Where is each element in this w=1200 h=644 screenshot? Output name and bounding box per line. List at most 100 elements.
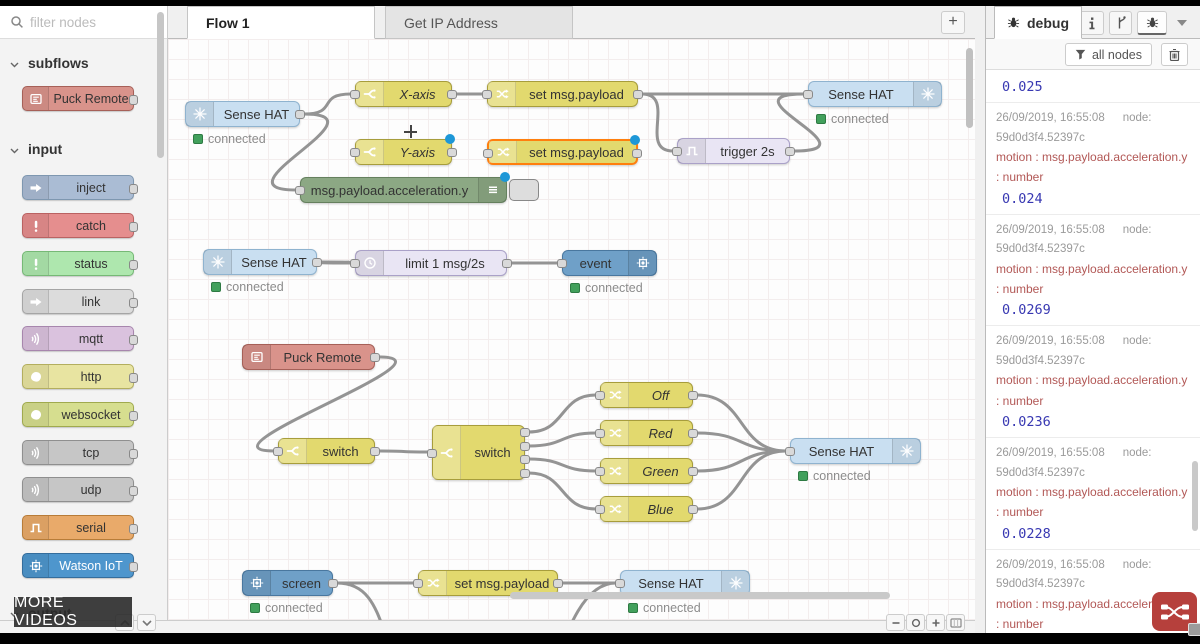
- flow-canvas[interactable]: Sense HATconnectedX-axisset msg.payloadS…: [168, 39, 975, 620]
- port-out[interactable]: [633, 90, 643, 99]
- port-out[interactable]: [129, 260, 138, 270]
- port-out[interactable]: [502, 259, 512, 268]
- flow-node-off[interactable]: Off: [600, 382, 693, 408]
- flow-node-switch-1[interactable]: switch: [278, 438, 375, 464]
- flow-node-x-axis[interactable]: X-axis: [355, 81, 452, 107]
- message-value[interactable]: 0.0228: [996, 526, 1190, 542]
- palette-node-puck-remote[interactable]: Puck Remote: [22, 86, 134, 111]
- flow-node-set-msg-payload-2[interactable]: set msg.payload: [487, 139, 638, 165]
- wire[interactable]: [321, 262, 351, 263]
- port-out[interactable]: [370, 447, 380, 456]
- port-in[interactable]: [350, 148, 360, 157]
- port-out[interactable]: [129, 373, 138, 383]
- port-out[interactable]: [129, 335, 138, 345]
- palette-scrollbar[interactable]: [157, 12, 164, 158]
- tab-info[interactable]: [1079, 11, 1104, 35]
- palette-node-status[interactable]: status: [22, 251, 134, 276]
- more-videos-overlay[interactable]: MORE VIDEOS: [14, 597, 132, 627]
- port-out[interactable]: [632, 149, 642, 158]
- port-out[interactable]: [688, 391, 698, 400]
- port-out[interactable]: [520, 428, 530, 437]
- palette-node-link[interactable]: link: [22, 289, 134, 314]
- debug-message[interactable]: 26/09/2019, 16:55:08node:59d0d3f4.52397c…: [986, 326, 1200, 438]
- port-in[interactable]: [483, 149, 493, 158]
- palette-node-udp[interactable]: udp: [22, 477, 134, 502]
- port-in[interactable]: [273, 447, 283, 456]
- flow-node-screen[interactable]: screen: [242, 570, 333, 596]
- flow-node-limit-1-msg-2s[interactable]: limit 1 msg/2s: [355, 250, 507, 276]
- port-in[interactable]: [803, 90, 813, 99]
- palette-node-watson-iot[interactable]: Watson IoT: [22, 553, 134, 578]
- tab-debug[interactable]: debug: [994, 6, 1082, 39]
- port-in[interactable]: [295, 186, 305, 195]
- message-value[interactable]: 0.025: [996, 79, 1190, 95]
- flow-tab-get-ip-address[interactable]: Get IP Address: [385, 6, 573, 39]
- port-in[interactable]: [615, 579, 625, 588]
- debug-clear-button[interactable]: [1161, 43, 1188, 66]
- debug-message[interactable]: 0.025: [986, 70, 1200, 103]
- flow-node-red[interactable]: Red: [600, 420, 693, 446]
- port-out[interactable]: [447, 148, 457, 157]
- port-in[interactable]: [595, 467, 605, 476]
- node-red-logo-watermark[interactable]: [1152, 592, 1197, 631]
- port-out[interactable]: [785, 147, 795, 156]
- flow-node-sense-hat-1[interactable]: Sense HAT: [185, 101, 300, 127]
- palette-section-input[interactable]: input: [10, 141, 62, 157]
- port-out[interactable]: [129, 562, 138, 572]
- search-input[interactable]: [30, 10, 155, 34]
- flow-node-blue[interactable]: Blue: [600, 496, 693, 522]
- tab-config-nodes[interactable]: [1109, 11, 1132, 35]
- port-out[interactable]: [688, 429, 698, 438]
- debug-filter-button[interactable]: all nodes: [1065, 43, 1152, 66]
- port-in[interactable]: [595, 391, 605, 400]
- port-out[interactable]: [520, 455, 530, 464]
- port-in[interactable]: [350, 90, 360, 99]
- port-out[interactable]: [129, 486, 138, 496]
- add-flow-button[interactable]: +: [941, 11, 965, 34]
- tab-debug-icon-button[interactable]: [1137, 11, 1167, 35]
- palette-node-catch[interactable]: catch: [22, 213, 134, 238]
- port-in[interactable]: [595, 505, 605, 514]
- port-in[interactable]: [482, 90, 492, 99]
- port-out[interactable]: [129, 411, 138, 421]
- palette-node-http[interactable]: http: [22, 364, 134, 389]
- flow-tab-flow-1[interactable]: Flow 1: [187, 6, 375, 39]
- wire[interactable]: [304, 94, 351, 114]
- palette-node-websocket[interactable]: websocket: [22, 402, 134, 427]
- port-out[interactable]: [295, 110, 305, 119]
- flow-node-sense-hat-4[interactable]: Sense HAT: [790, 438, 921, 464]
- debug-message[interactable]: 26/09/2019, 16:55:08node:59d0d3f4.52397c…: [986, 215, 1200, 327]
- flow-node-switch-2[interactable]: switch: [432, 425, 525, 480]
- palette-scroll-down-button[interactable]: [137, 614, 156, 631]
- canvas-hscrollbar[interactable]: [510, 592, 890, 599]
- port-out[interactable]: [688, 505, 698, 514]
- port-out[interactable]: [129, 524, 138, 534]
- port-out[interactable]: [328, 579, 338, 588]
- sidebar-scrollbar[interactable]: [1192, 461, 1198, 531]
- wire[interactable]: [379, 451, 428, 452]
- flow-node-debug-acceleration[interactable]: msg.payload.acceleration.y: [300, 177, 507, 203]
- port-out[interactable]: [129, 184, 138, 194]
- canvas-vscrollbar[interactable]: [966, 48, 973, 128]
- wire[interactable]: [257, 357, 395, 451]
- palette-section-subflows[interactable]: subflows: [10, 55, 89, 71]
- port-out[interactable]: [129, 95, 138, 105]
- palette-node-serial[interactable]: serial: [22, 515, 134, 540]
- debug-toggle-button[interactable]: [509, 179, 539, 201]
- message-value[interactable]: 0.0236: [996, 414, 1190, 430]
- port-out[interactable]: [312, 258, 322, 267]
- port-out[interactable]: [129, 298, 138, 308]
- message-value[interactable]: 0.024: [996, 191, 1190, 207]
- port-out[interactable]: [520, 442, 530, 451]
- port-out[interactable]: [370, 353, 380, 362]
- wire[interactable]: [529, 395, 596, 432]
- wire[interactable]: [529, 433, 596, 446]
- port-out[interactable]: [520, 469, 530, 478]
- port-in[interactable]: [413, 579, 423, 588]
- port-out[interactable]: [447, 90, 457, 99]
- port-in[interactable]: [557, 259, 567, 268]
- port-in[interactable]: [350, 259, 360, 268]
- palette-node-tcp[interactable]: tcp: [22, 440, 134, 465]
- flow-node-trigger-2s[interactable]: trigger 2s: [677, 138, 790, 164]
- port-out[interactable]: [129, 449, 138, 459]
